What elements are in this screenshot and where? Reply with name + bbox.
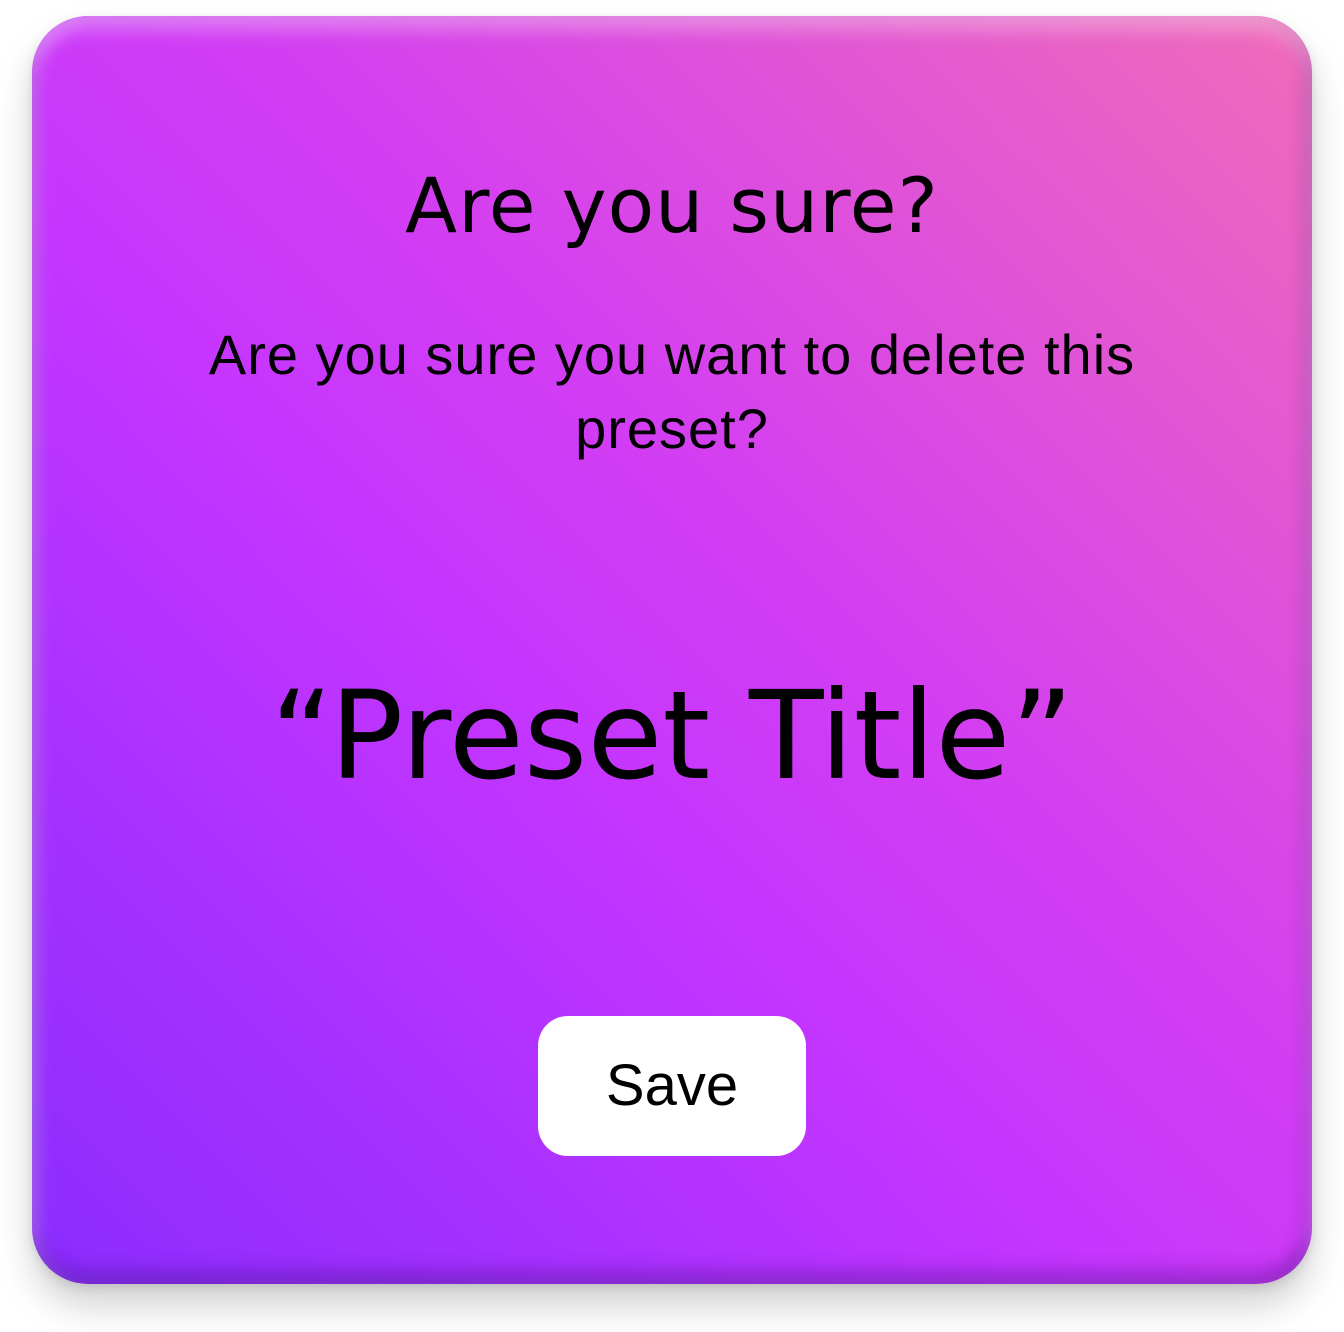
page-canvas: Are you sure? Are you sure you want to d… <box>0 0 1344 1332</box>
dialog-title: Are you sure? <box>405 161 939 250</box>
save-button[interactable]: Save <box>538 1016 806 1156</box>
confirm-delete-dialog: Are you sure? Are you sure you want to d… <box>32 16 1312 1284</box>
dialog-message: Are you sure you want to delete this pre… <box>208 323 1136 460</box>
preset-title: “Preset Title” <box>270 665 1074 807</box>
